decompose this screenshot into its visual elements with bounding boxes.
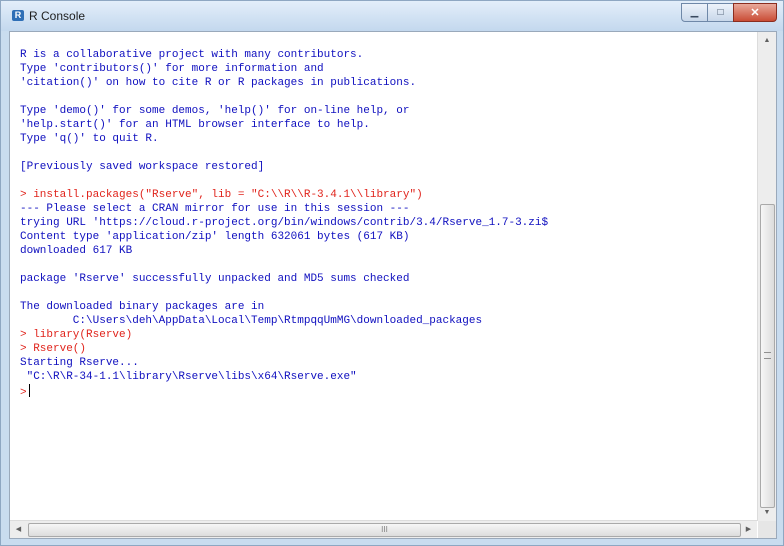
console-output-line: "C:\R\R-34-1.1\library\Rserve\libs\x64\R… [20,371,357,383]
console-command-line: > install.packages("Rserve", lib = "C:\\… [20,189,423,201]
console-output-line: Starting Rserve... [20,357,139,369]
console-command-line: > Rserve() [20,343,87,355]
vertical-scroll-thumb[interactable] [760,204,775,508]
minimize-button[interactable]: ▁ [681,3,708,22]
console-command-line: > library(Rserve) [20,329,133,341]
window-title: R Console [29,9,86,23]
scrollbar-corner [758,521,776,538]
prompt-symbol: > [20,387,27,399]
close-icon: ✕ [750,7,760,19]
arrow-left-icon[interactable]: ◀ [10,521,27,538]
console-output-line: --- Please select a CRAN mirror for use … [20,203,410,215]
r-console-window: R R Console ▁ □ ✕ R is a collaborative p… [0,0,784,546]
console-prompt[interactable]: > [20,384,30,400]
r-app-icon: R [12,10,24,21]
console-output[interactable]: R is a collaborative project with many c… [10,32,757,521]
horizontal-scroll-thumb[interactable]: III [28,523,741,537]
maximize-icon: □ [717,7,724,18]
minimize-icon: ▁ [690,7,699,18]
console-output-line: Type 'contributors()' for more informati… [20,63,324,75]
console-output-line: The downloaded binary packages are in [20,301,265,313]
window-controls: ▁ □ ✕ [681,3,777,22]
console-client-area: R is a collaborative project with many c… [9,31,777,539]
console-output-line: Content type 'application/zip' length 63… [20,231,410,243]
arrow-down-icon[interactable]: ▼ [758,504,776,521]
scroll-grip-icon: III [381,525,388,534]
scroll-grip-icon [764,352,771,359]
title-bar[interactable]: R R Console ▁ □ ✕ [1,1,783,31]
maximize-button[interactable]: □ [707,3,734,22]
console-output-line: R is a collaborative project with many c… [20,49,364,61]
console-output-line: Type 'demo()' for some demos, 'help()' f… [20,105,410,117]
console-output-line: [Previously saved workspace restored] [20,161,265,173]
horizontal-scrollbar[interactable]: ◀ III ▶ [10,520,757,538]
console-output-line: trying URL 'https://cloud.r-project.org/… [20,217,549,229]
close-button[interactable]: ✕ [733,3,777,22]
arrow-up-icon[interactable]: ▲ [758,32,776,49]
console-output-line: Type 'q()' to quit R. [20,133,159,145]
console-output-line: C:\Users\deh\AppData\Local\Temp\RtmpqqUm… [20,315,483,327]
vertical-scrollbar[interactable]: ▲ ▼ [757,32,776,521]
console-output-line: 'citation()' on how to cite R or R packa… [20,77,417,89]
console-output-line: package 'Rserve' successfully unpacked a… [20,273,410,285]
console-output-line: 'help.start()' for an HTML browser inter… [20,119,370,131]
text-cursor [28,384,30,397]
arrow-right-icon[interactable]: ▶ [740,521,757,538]
console-output-line: downloaded 617 KB [20,245,133,257]
